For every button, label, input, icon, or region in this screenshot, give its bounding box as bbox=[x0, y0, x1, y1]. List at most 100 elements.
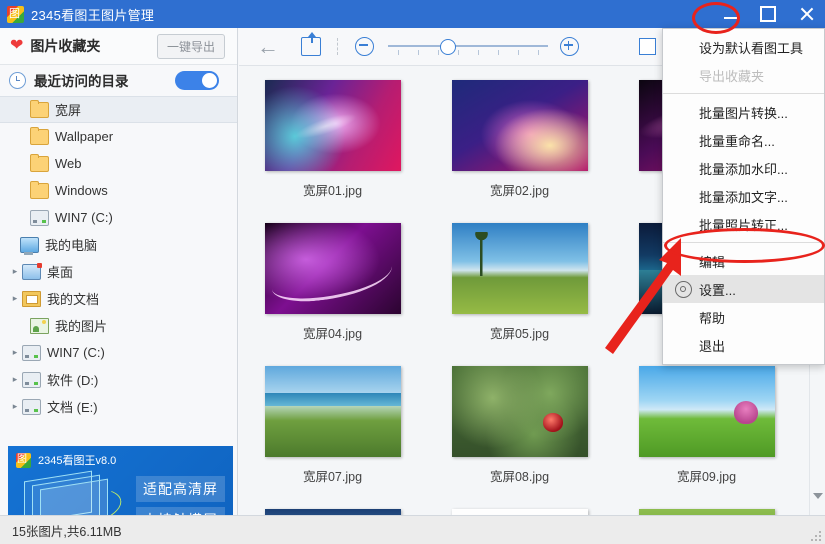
favorites-row[interactable]: ❤ 图片收藏夹 一键导出 bbox=[0, 28, 237, 65]
tree-item-label: 桌面 bbox=[47, 262, 73, 281]
menu-item[interactable]: 设置... bbox=[663, 275, 824, 303]
chevron-right-icon[interactable]: ▸ bbox=[8, 401, 22, 412]
menu-item[interactable]: 批量添加水印... bbox=[663, 154, 824, 182]
menu-item-label: 批量添加文字... bbox=[699, 187, 788, 206]
checkbox-box-icon bbox=[639, 38, 656, 55]
zoom-slider-handle[interactable] bbox=[440, 39, 456, 55]
tree-item[interactable]: ▸Windows bbox=[0, 177, 237, 204]
folder-icon bbox=[30, 156, 49, 172]
toolbar-divider bbox=[337, 38, 339, 55]
tree-item[interactable]: ▸我的电脑 bbox=[0, 231, 237, 258]
maximize-button[interactable] bbox=[749, 0, 787, 28]
tree-item[interactable]: ▸WIN7 (C:) bbox=[0, 339, 237, 366]
thumbnail-image[interactable] bbox=[265, 80, 401, 171]
tree-item-label: Wallpaper bbox=[55, 129, 113, 144]
menu-item[interactable]: 设为默认看图工具 bbox=[663, 33, 824, 61]
tree-item-label: 软件 (D:) bbox=[47, 370, 98, 389]
tree-item[interactable]: ▸WIN7 (C:) bbox=[0, 204, 237, 231]
folder-icon bbox=[30, 102, 49, 118]
title-bar: 2345看图王图片管理 bbox=[0, 0, 825, 28]
favorites-label: 图片收藏夹 bbox=[30, 36, 100, 56]
menu-item[interactable]: 退出A bbox=[663, 331, 824, 359]
upload-icon[interactable] bbox=[301, 37, 321, 56]
status-text: 15张图片,共6.11MB bbox=[12, 521, 122, 540]
tree-item-label: WIN7 (C:) bbox=[55, 210, 113, 225]
close-icon bbox=[799, 7, 814, 22]
sidebar: ❤ 图片收藏夹 一键导出 最近访问的目录 ▸宽屏▸Wallpaper▸Web▸W… bbox=[0, 28, 238, 515]
thumbnail-item[interactable] bbox=[239, 501, 426, 515]
folder-icon bbox=[30, 183, 49, 199]
chevron-right-icon[interactable]: ▸ bbox=[8, 293, 22, 304]
thumbnail-item[interactable]: 宽屏05.jpg bbox=[426, 215, 613, 358]
menu-item-label: 批量图片转换... bbox=[699, 103, 788, 122]
tree-item[interactable]: ▸我的图片 bbox=[0, 312, 237, 339]
app-logo-icon bbox=[7, 6, 24, 23]
thumbnail-item[interactable] bbox=[426, 501, 613, 515]
one-click-export-button[interactable]: 一键导出 bbox=[157, 34, 225, 59]
thumbnail-filename: 宽屏02.jpg bbox=[490, 180, 549, 199]
status-bar: 15张图片,共6.11MB bbox=[0, 515, 825, 544]
zoom-slider[interactable] bbox=[388, 37, 548, 57]
resize-grip-icon[interactable] bbox=[809, 529, 821, 541]
close-button[interactable] bbox=[787, 0, 825, 28]
menu-separator bbox=[663, 242, 824, 243]
minimize-button[interactable] bbox=[711, 0, 749, 28]
back-arrow-icon[interactable]: ← bbox=[257, 36, 279, 58]
recent-directories-row[interactable]: 最近访问的目录 bbox=[0, 65, 237, 95]
tree-item[interactable]: ▸ 我的文档 bbox=[0, 285, 237, 312]
tree-item-label: 我的文档 bbox=[47, 289, 99, 308]
thumbnail-item[interactable]: 宽屏04.jpg bbox=[239, 215, 426, 358]
menu-item-label: 编辑 bbox=[699, 252, 725, 271]
chevron-right-icon[interactable]: ▸ bbox=[8, 374, 22, 385]
chevron-right-icon[interactable]: ▸ bbox=[8, 347, 22, 358]
menu-item[interactable]: 编辑 bbox=[663, 247, 824, 275]
thumbnail-image[interactable] bbox=[265, 366, 401, 457]
menu-item[interactable]: 批量图片转换...C bbox=[663, 98, 824, 126]
menu-item-label: 导出收藏夹 bbox=[699, 66, 764, 85]
thumbnail-filename: 宽屏08.jpg bbox=[490, 466, 549, 485]
tree-item-label: 我的电脑 bbox=[45, 235, 97, 254]
tree-item-label: Windows bbox=[55, 183, 108, 198]
maximize-icon bbox=[760, 6, 776, 22]
recent-directories-toggle[interactable] bbox=[175, 71, 219, 90]
thumbnail-filename: 宽屏04.jpg bbox=[303, 323, 362, 342]
menu-item-label: 设置... bbox=[699, 280, 736, 299]
promo-title: 2345看图王v8.0 bbox=[38, 452, 116, 468]
zoom-in-icon[interactable] bbox=[560, 37, 579, 56]
thumbnail-item[interactable] bbox=[613, 501, 800, 515]
app-logo-icon bbox=[16, 453, 31, 468]
thumbnail-image[interactable] bbox=[452, 80, 588, 171]
menu-item: 导出收藏夹 bbox=[663, 61, 824, 89]
thumbnail-filename: 宽屏07.jpg bbox=[303, 466, 362, 485]
menu-item[interactable]: 批量重命名...C bbox=[663, 126, 824, 154]
thumbnail-image[interactable] bbox=[452, 366, 588, 457]
thumbnail-item[interactable]: 宽屏09.jpg bbox=[613, 358, 800, 501]
thumbnail-image[interactable] bbox=[639, 366, 775, 457]
drive-icon bbox=[22, 399, 41, 415]
zoom-out-icon[interactable] bbox=[355, 37, 374, 56]
menu-item[interactable]: 批量添加文字... bbox=[663, 182, 824, 210]
menu-item-label: 批量照片转正... bbox=[699, 215, 788, 234]
tree-item[interactable]: ▸ 桌面 bbox=[0, 258, 237, 285]
tree-item[interactable]: ▸宽屏 bbox=[0, 96, 237, 123]
menu-item[interactable]: 批量照片转正... bbox=[663, 210, 824, 238]
scroll-down-icon[interactable] bbox=[813, 493, 823, 499]
tree-item[interactable]: ▸Wallpaper bbox=[0, 123, 237, 150]
menu-separator bbox=[663, 93, 824, 94]
thumbnail-item[interactable]: 宽屏08.jpg bbox=[426, 358, 613, 501]
tree-item[interactable]: ▸ 软件 (D:) bbox=[0, 366, 237, 393]
gear-icon bbox=[675, 281, 692, 298]
tree-item[interactable]: ▸Web bbox=[0, 150, 237, 177]
drive-icon bbox=[30, 210, 49, 226]
thumbnail-item[interactable]: 宽屏07.jpg bbox=[239, 358, 426, 501]
menu-item[interactable]: 帮助 bbox=[663, 303, 824, 331]
clock-icon bbox=[9, 72, 26, 89]
recent-directories-label: 最近访问的目录 bbox=[34, 70, 129, 90]
thumbnail-image[interactable] bbox=[265, 223, 401, 314]
promo-tag-hd: 适配高清屏 bbox=[136, 476, 225, 502]
thumbnail-item[interactable]: 宽屏02.jpg bbox=[426, 72, 613, 215]
thumbnail-image[interactable] bbox=[452, 223, 588, 314]
tree-item[interactable]: ▸文档 (E:) bbox=[0, 393, 237, 420]
thumbnail-item[interactable]: 宽屏01.jpg bbox=[239, 72, 426, 215]
chevron-right-icon[interactable]: ▸ bbox=[8, 266, 22, 277]
